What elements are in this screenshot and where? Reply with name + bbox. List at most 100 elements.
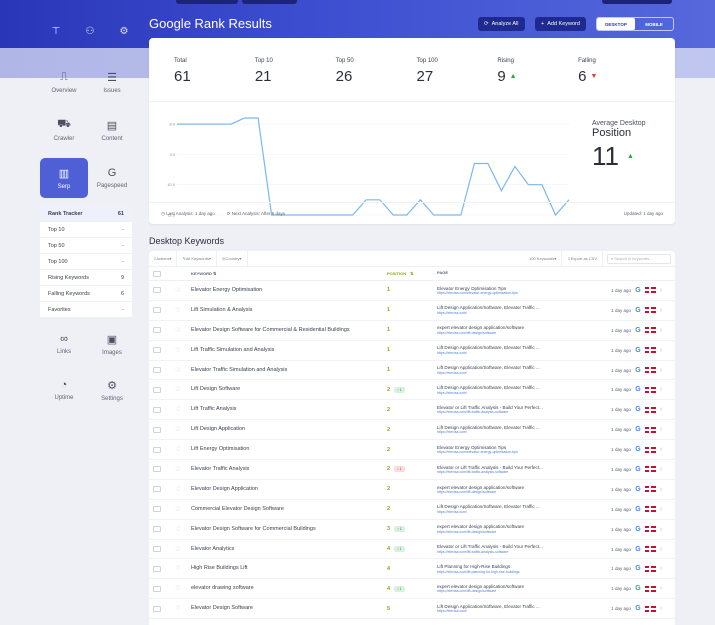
sidebar-item-links[interactable]: ∞ Links — [40, 324, 88, 364]
page-url-link[interactable]: https://elevisa.com/lift-planning-for-hi… — [437, 570, 599, 574]
chevron-right-icon[interactable]: › — [656, 526, 666, 533]
sidebar-item-settings[interactable]: ⚙ Settings — [88, 370, 136, 410]
google-icon[interactable]: G — [631, 546, 645, 553]
table-row[interactable]: ♡ elevator drawing software 4 ↑ 1 expert ele… — [149, 579, 675, 600]
page-url-link[interactable]: https://elevisa.com/ — [437, 391, 599, 395]
row-checkbox[interactable] — [153, 347, 161, 354]
heart-icon[interactable]: ♡ — [169, 605, 187, 612]
google-icon[interactable]: G — [631, 565, 645, 572]
submenu-item[interactable]: Rank Tracker 61 — [40, 206, 132, 222]
google-icon[interactable]: G — [631, 506, 645, 513]
filter-icon[interactable]: ⊤ — [50, 26, 62, 37]
row-checkbox[interactable] — [153, 307, 161, 314]
row-checkbox[interactable] — [153, 506, 161, 513]
keyword-search-input[interactable]: ⌕ Search in keywords... — [607, 253, 671, 264]
chevron-right-icon[interactable]: › — [656, 307, 666, 314]
table-row[interactable]: ♡ Elevator Traffic Analysis 2 ↓ 1 Elevator o… — [149, 460, 675, 480]
google-icon[interactable]: G — [631, 585, 645, 592]
submenu-item[interactable]: Falling Keywords 6 — [40, 286, 132, 302]
table-row[interactable]: ♡ Lift Traffic Analysis 2 Elevator or Lift … — [149, 400, 675, 421]
toggle-desktop[interactable]: DESKTOP — [597, 18, 635, 30]
sidebar-item-images[interactable]: ▣ Images — [88, 324, 136, 364]
analyze-all-button[interactable]: ⟳ Analyze All — [478, 17, 525, 31]
page-url-link[interactable]: https://elevisa.com/lift-design/software — [437, 490, 599, 494]
top-tab[interactable] — [602, 0, 672, 4]
gear-icon[interactable]: ⚙ — [118, 26, 130, 37]
heart-icon[interactable]: ♡ — [169, 486, 187, 493]
chevron-right-icon[interactable]: › — [656, 386, 666, 393]
country-dropdown[interactable]: ◎ Country ▾ — [217, 251, 248, 267]
google-icon[interactable]: G — [631, 386, 645, 393]
page-url-link[interactable]: https://elevisa.com/lift-design/software — [437, 589, 599, 593]
top-tab[interactable] — [242, 0, 297, 4]
heart-icon[interactable]: ♡ — [169, 367, 187, 374]
google-icon[interactable]: G — [631, 605, 645, 612]
row-checkbox[interactable] — [153, 486, 161, 493]
table-row[interactable]: ♡ Elevator Energy Optimisation 1 Elevator E… — [149, 281, 675, 301]
sidebar-item-serp[interactable]: ▥ Serp — [40, 158, 88, 198]
row-checkbox[interactable] — [153, 565, 161, 572]
chevron-right-icon[interactable]: › — [656, 367, 666, 374]
page-url-link[interactable]: https://elevisa.com/lift-traffic-analysi… — [437, 550, 599, 554]
chevron-right-icon[interactable]: › — [656, 287, 666, 294]
export-csv-button[interactable]: ⇩ Export as CSV — [562, 251, 603, 267]
google-icon[interactable]: G — [631, 287, 645, 294]
page-url-link[interactable]: https://elevisa.com/lift-traffic-analysi… — [437, 470, 599, 474]
table-row[interactable]: ♡ Lift Design Application 2 Lift Design App… — [149, 420, 675, 441]
heart-icon[interactable]: ♡ — [169, 327, 187, 334]
row-checkbox[interactable] — [153, 327, 161, 334]
table-row[interactable]: ♡ Elevator Analytics 4 ↑ 1 Elevator or Lift … — [149, 540, 675, 560]
page-url-link[interactable]: https://elevisa.com/ — [437, 430, 599, 434]
submenu-item[interactable]: Top 50 - — [40, 238, 132, 254]
table-row[interactable]: ♡ Lift Simulation & Analysis 1 Lift Design … — [149, 301, 675, 321]
table-row[interactable]: ♡ Elevator Design Software for Commercial… — [149, 520, 675, 540]
sidebar-item-content[interactable]: ▤ Content — [88, 110, 136, 150]
table-row[interactable]: ♡ High Rise Buildings Lift 4 Lift Planning … — [149, 559, 675, 580]
chevron-right-icon[interactable]: › — [656, 446, 666, 453]
heart-icon[interactable]: ♡ — [169, 426, 187, 433]
row-checkbox[interactable] — [153, 426, 161, 433]
sidebar-item-overview[interactable]: ⎍ Overview — [40, 62, 88, 102]
row-checkbox[interactable] — [153, 287, 161, 294]
device-toggle[interactable]: DESKTOP MOBILE — [596, 17, 674, 31]
page-url-link[interactable]: https://elevisa.com/ — [437, 510, 599, 514]
actions-dropdown[interactable]: ≡ Actions ▾ — [149, 251, 178, 267]
chevron-right-icon[interactable]: › — [656, 466, 666, 473]
row-checkbox[interactable] — [153, 546, 161, 553]
row-checkbox[interactable] — [153, 585, 161, 592]
table-row[interactable]: ♡ Lift Traffic Simulation and Analysis 1 Li… — [149, 341, 675, 361]
table-row[interactable]: ♡ Lift Energy Optimisation 2 Elevator Energ… — [149, 440, 675, 461]
table-row[interactable]: ♡ Commercial Elevator Design Software 2 Lif… — [149, 500, 675, 520]
page-url-link[interactable]: https://elevisa.com/lift-design/software — [437, 331, 599, 335]
chevron-right-icon[interactable]: › — [656, 426, 666, 433]
chevron-right-icon[interactable]: › — [656, 327, 666, 334]
chevron-right-icon[interactable]: › — [656, 506, 666, 513]
google-icon[interactable]: G — [631, 426, 645, 433]
google-icon[interactable]: G — [631, 466, 645, 473]
sidebar-item-issues[interactable]: ☰ Issues — [88, 62, 136, 102]
row-checkbox[interactable] — [153, 466, 161, 473]
page-url-link[interactable]: https://elevisa.com/elevator-energy-opti… — [437, 450, 599, 454]
filter-dropdown[interactable]: ✎ All Keywords ▾ — [177, 251, 217, 267]
table-row[interactable]: ♡ Lift Design Software 2 ↑ 1 Lift Design App… — [149, 380, 675, 401]
toggle-mobile[interactable]: MOBILE — [635, 18, 673, 30]
heart-icon[interactable]: ♡ — [169, 526, 187, 533]
google-icon[interactable]: G — [631, 526, 645, 533]
heart-icon[interactable]: ♡ — [169, 307, 187, 314]
chevron-right-icon[interactable]: › — [656, 585, 666, 592]
heart-icon[interactable]: ♡ — [169, 466, 187, 473]
heart-icon[interactable]: ♡ — [169, 546, 187, 553]
heart-icon[interactable]: ♡ — [169, 287, 187, 294]
row-checkbox[interactable] — [153, 367, 161, 373]
col-position[interactable]: POSITION ⇅ — [387, 271, 437, 276]
row-checkbox[interactable] — [153, 386, 161, 393]
sidebar-item-pagespeed[interactable]: G Pagespeed — [88, 158, 136, 198]
row-checkbox[interactable] — [153, 446, 161, 453]
heart-icon[interactable]: ♡ — [169, 585, 187, 592]
page-url-link[interactable]: https://elevisa.com/ — [437, 371, 599, 375]
page-url-link[interactable]: https://elevisa.com/elevator-energy-opti… — [437, 291, 599, 295]
heart-icon[interactable]: ♡ — [169, 386, 187, 393]
chevron-right-icon[interactable]: › — [656, 605, 666, 612]
select-all-checkbox[interactable] — [153, 270, 161, 277]
google-icon[interactable]: G — [631, 486, 645, 493]
